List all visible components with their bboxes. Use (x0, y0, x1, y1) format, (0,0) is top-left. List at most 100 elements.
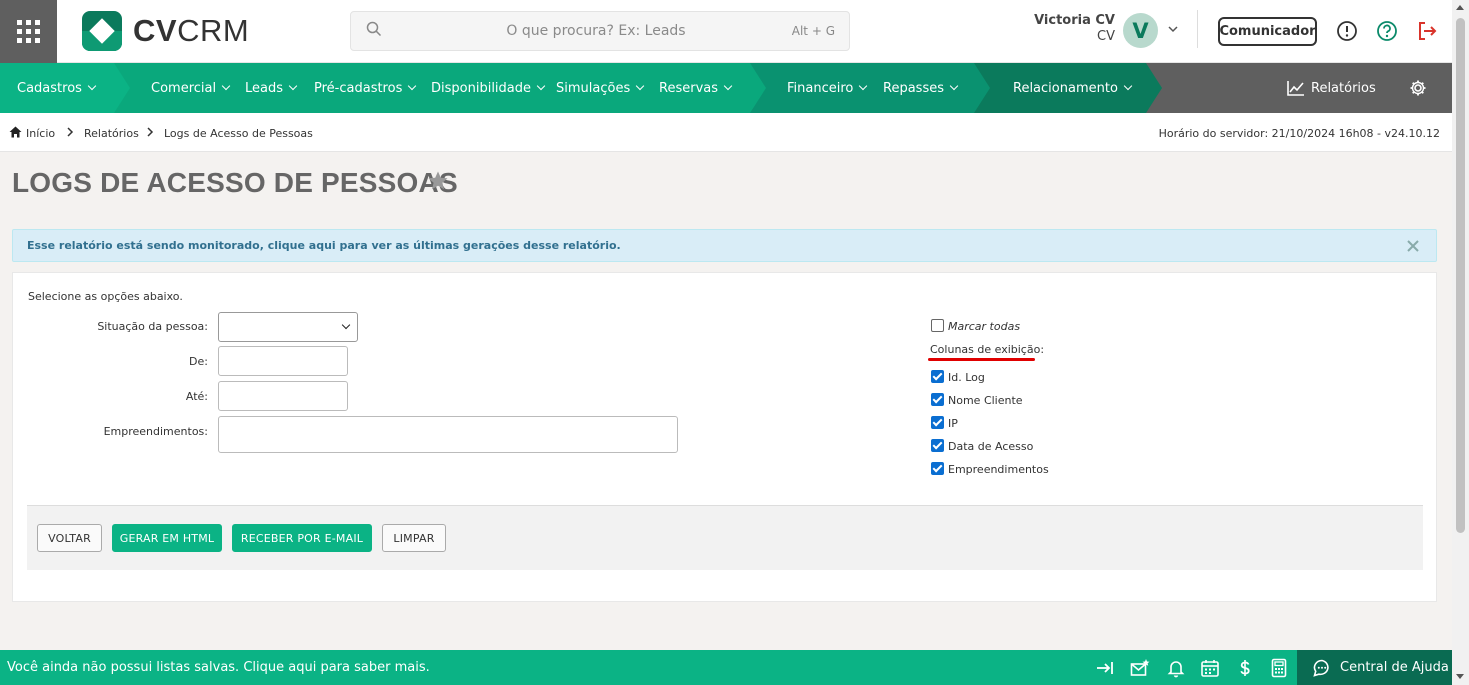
breadcrumb-reports[interactable]: Relatórios (84, 127, 139, 140)
chevron-down-icon (288, 81, 298, 91)
logo-mark-icon (82, 11, 122, 51)
breadcrumb-current: Logs de Acesso de Pessoas (164, 127, 313, 140)
chart-line-icon (1287, 81, 1304, 96)
label-empreendimentos: Empreendimentos: (103, 425, 208, 438)
chevron-down-icon (341, 320, 351, 330)
dollar-icon[interactable] (1235, 658, 1255, 678)
header-divider (1197, 10, 1198, 48)
nav-item-leads[interactable]: Leads (245, 63, 298, 113)
search-bar[interactable]: Alt + G (350, 11, 850, 51)
breadcrumb: Início Relatórios Logs de Acesso de Pess… (0, 113, 1452, 152)
star-icon[interactable] (427, 170, 449, 192)
nav-reports-link[interactable]: Relatórios (1287, 63, 1376, 113)
date-from-input[interactable] (218, 346, 348, 376)
form-intro: Selecione as opções abaixo. (28, 290, 183, 303)
nav-item-comercial[interactable]: Comercial (151, 63, 231, 113)
calculator-icon[interactable] (1269, 658, 1289, 678)
column-checkbox-data-acesso[interactable] (931, 439, 944, 452)
report-form-panel: Selecione as opções abaixo. Situação da … (12, 272, 1437, 602)
chevron-down-icon (87, 81, 97, 91)
red-underline-annotation (928, 358, 1035, 361)
page-title: LOGS DE ACESSO DE PESSOAS (12, 167, 458, 198)
nav-item-repasses[interactable]: Repasses (883, 63, 959, 113)
column-label: IP (948, 417, 958, 430)
apps-menu-button[interactable] (0, 0, 57, 63)
help-center-button[interactable]: Central de Ajuda (1297, 650, 1452, 685)
email-report-button[interactable]: RECEBER POR E-MAIL (232, 524, 372, 552)
chevron-down-icon (221, 81, 231, 91)
scroll-down-arrow-icon[interactable] (1456, 674, 1464, 679)
gear-icon[interactable] (1409, 79, 1427, 97)
date-to-input[interactable] (218, 381, 348, 411)
nav-item-pre-cadastros[interactable]: Pré-cadastros (314, 63, 417, 113)
scrollbar-thumb[interactable] (1456, 18, 1465, 533)
breadcrumb-home[interactable]: Início (26, 127, 55, 140)
alert-text[interactable]: Esse relatório está sendo monitorado, cl… (27, 239, 621, 252)
home-icon[interactable] (9, 126, 22, 138)
nav-item-relacionamento[interactable]: Relacionamento (1013, 63, 1133, 113)
monitoring-alert[interactable]: Esse relatório está sendo monitorado, cl… (12, 229, 1437, 262)
bell-icon[interactable] (1166, 658, 1186, 678)
back-button[interactable]: VOLTAR (37, 524, 102, 552)
nav-item-reservas[interactable]: Reservas (659, 63, 733, 113)
user-company: CV (1097, 29, 1115, 44)
communicator-button[interactable]: Comunicador (1218, 17, 1317, 46)
user-info[interactable]: Victoria CV CV (1020, 13, 1115, 45)
generate-html-button[interactable]: GERAR EM HTML (112, 524, 222, 552)
column-checkbox-ip[interactable] (931, 416, 944, 429)
search-shortcut-hint: Alt + G (791, 24, 835, 38)
scroll-up-arrow-icon[interactable] (1456, 5, 1464, 10)
chevron-down-icon (859, 81, 868, 91)
chevron-right-icon (67, 127, 74, 137)
chevron-down-icon (1123, 81, 1133, 91)
page-scrollbar[interactable] (1452, 0, 1469, 685)
mark-all-label: Marcar todas (948, 320, 1021, 333)
chevron-right-icon (147, 127, 154, 137)
help-icon[interactable] (1376, 20, 1398, 42)
server-time: Horário do servidor: 21/10/2024 16h08 - … (1158, 127, 1440, 140)
saved-lists-message[interactable]: Você ainda não possui listas salvas. Cli… (7, 660, 430, 675)
chat-icon (1313, 659, 1329, 677)
search-icon (366, 21, 382, 37)
column-label: Nome Cliente (948, 394, 1023, 407)
chevron-down-icon (723, 81, 733, 91)
clear-button[interactable]: LIMPAR (382, 524, 446, 552)
mark-all-checkbox[interactable] (931, 319, 944, 332)
columns-title: Colunas de exibição: (930, 343, 1045, 356)
info-icon[interactable] (1336, 20, 1358, 42)
close-icon[interactable] (1406, 239, 1420, 253)
user-name: Victoria CV (1034, 13, 1115, 28)
top-header: CVCRM Alt + G Victoria CV CV V Comunicad… (0, 0, 1452, 63)
label-ate: Até: (185, 390, 208, 403)
column-checkbox-empreendimentos[interactable] (931, 462, 944, 475)
search-input[interactable] (411, 12, 781, 50)
chevron-down-icon[interactable] (1166, 22, 1180, 36)
logout-icon[interactable] (1416, 20, 1438, 42)
calendar-icon[interactable] (1200, 658, 1220, 678)
main-navigation: Cadastros Comercial Leads Pré-cadastros … (0, 63, 1452, 113)
avatar[interactable]: V (1123, 13, 1158, 48)
chevron-down-icon (949, 81, 959, 91)
arrow-to-right-icon[interactable] (1095, 658, 1115, 678)
nav-item-financeiro[interactable]: Financeiro (787, 63, 868, 113)
chevron-down-icon (536, 81, 546, 91)
chevron-down-icon (635, 81, 645, 91)
form-actions: VOLTAR GERAR EM HTML RECEBER POR E-MAIL … (27, 505, 1423, 570)
nav-item-simulacoes[interactable]: Simulações (556, 63, 645, 113)
column-label: Data de Acesso (948, 440, 1034, 453)
column-label: Id. Log (948, 371, 985, 384)
footer-bar: Você ainda não possui listas salvas. Cli… (0, 650, 1452, 685)
apps-grid-icon (17, 20, 40, 43)
label-de: De: (189, 355, 208, 368)
column-checkbox-nome-cliente[interactable] (931, 393, 944, 406)
cvcrm-logo[interactable]: CVCRM (82, 11, 249, 51)
column-checkbox-id-log[interactable] (931, 370, 944, 383)
empreendimentos-multiselect[interactable] (218, 416, 678, 453)
chevron-down-icon (408, 81, 417, 91)
situacao-select[interactable] (218, 312, 358, 342)
label-situacao: Situação da pessoa: (97, 320, 208, 333)
column-label: Empreendimentos (948, 463, 1049, 476)
nav-item-cadastros[interactable]: Cadastros (17, 63, 97, 113)
nav-item-disponibilidade[interactable]: Disponibilidade (431, 63, 546, 113)
mail-star-icon[interactable] (1130, 658, 1150, 678)
